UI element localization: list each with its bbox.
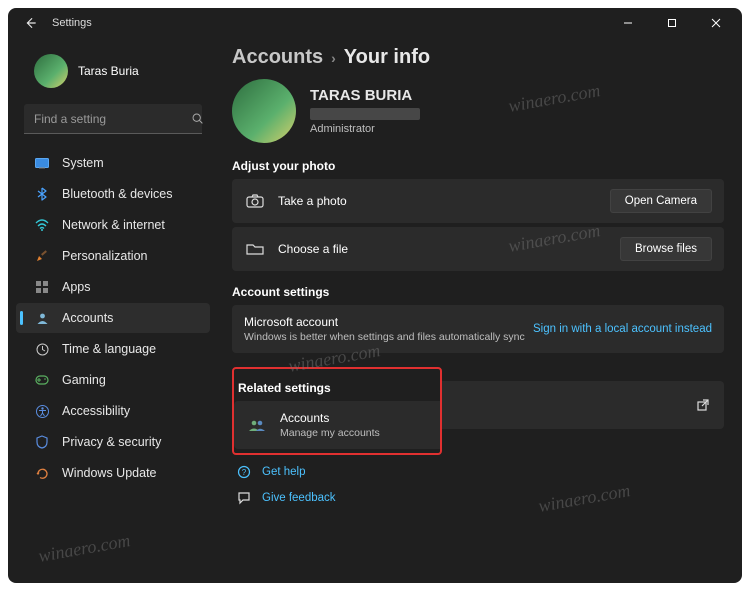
choose-file-card: Choose a file Browse files bbox=[232, 227, 724, 271]
sidebar-item-personalization[interactable]: Personalization bbox=[16, 241, 210, 271]
ms-account-title: Microsoft account bbox=[244, 315, 533, 329]
gaming-icon bbox=[34, 372, 50, 388]
local-account-link[interactable]: Sign in with a local account instead bbox=[533, 323, 712, 335]
sidebar-item-network[interactable]: Network & internet bbox=[16, 210, 210, 240]
profile-block: TARAS BURIA Administrator bbox=[232, 79, 724, 143]
nav-list: System Bluetooth & devices Network & int… bbox=[16, 148, 210, 488]
sidebar-item-windows-update[interactable]: Windows Update bbox=[16, 458, 210, 488]
svg-text:?: ? bbox=[242, 468, 247, 477]
chevron-right-icon: › bbox=[331, 50, 336, 66]
browse-files-button[interactable]: Browse files bbox=[620, 237, 712, 261]
open-camera-button[interactable]: Open Camera bbox=[610, 189, 712, 213]
take-photo-card: Take a photo Open Camera bbox=[232, 179, 724, 223]
related-accounts-title: Accounts bbox=[280, 411, 428, 425]
breadcrumb-root[interactable]: Accounts bbox=[232, 46, 323, 69]
update-icon bbox=[34, 465, 50, 481]
profile-avatar bbox=[232, 79, 296, 143]
camera-icon bbox=[244, 194, 266, 208]
privacy-icon bbox=[34, 434, 50, 450]
sidebar-item-label: Gaming bbox=[62, 373, 106, 387]
sidebar-item-label: Network & internet bbox=[62, 218, 165, 232]
sidebar-item-label: Accessibility bbox=[62, 404, 130, 418]
related-settings-region: Related settings Accounts Manage my acco… bbox=[232, 357, 724, 455]
sidebar-item-label: Bluetooth & devices bbox=[62, 187, 173, 201]
sidebar-item-gaming[interactable]: Gaming bbox=[16, 365, 210, 395]
bluetooth-icon bbox=[34, 186, 50, 202]
sidebar-item-label: Personalization bbox=[62, 249, 147, 263]
related-accounts-card[interactable]: Accounts Manage my accounts bbox=[234, 401, 440, 449]
apps-icon bbox=[34, 279, 50, 295]
sidebar-item-bluetooth[interactable]: Bluetooth & devices bbox=[16, 179, 210, 209]
sidebar-item-label: Apps bbox=[62, 280, 91, 294]
minimize-button[interactable] bbox=[606, 8, 650, 38]
sidebar-item-system[interactable]: System bbox=[16, 148, 210, 178]
search-input[interactable] bbox=[34, 112, 189, 126]
profile-name: TARAS BURIA bbox=[310, 87, 420, 104]
maximize-button[interactable] bbox=[650, 8, 694, 38]
personalization-icon bbox=[34, 248, 50, 264]
user-avatar bbox=[34, 54, 68, 88]
profile-role: Administrator bbox=[310, 123, 420, 135]
main-content: Accounts › Your info TARAS BURIA Adminis… bbox=[218, 38, 742, 583]
feedback-icon bbox=[236, 491, 252, 505]
sidebar-item-label: Time & language bbox=[62, 342, 156, 356]
section-related-title: Related settings bbox=[234, 381, 440, 395]
ms-account-sub: Windows is better when settings and file… bbox=[244, 331, 533, 343]
breadcrumb: Accounts › Your info bbox=[232, 46, 724, 69]
section-adjust-photo-title: Adjust your photo bbox=[232, 159, 724, 173]
system-icon bbox=[34, 155, 50, 171]
sidebar-item-label: Accounts bbox=[62, 311, 113, 325]
folder-icon bbox=[244, 242, 266, 256]
related-accounts-open[interactable] bbox=[442, 381, 724, 429]
close-button[interactable] bbox=[694, 8, 738, 38]
accessibility-icon bbox=[34, 403, 50, 419]
time-icon bbox=[34, 341, 50, 357]
sidebar-item-label: Windows Update bbox=[62, 466, 157, 480]
take-photo-label: Take a photo bbox=[278, 194, 610, 208]
network-icon bbox=[34, 217, 50, 233]
section-account-settings-title: Account settings bbox=[232, 285, 724, 299]
related-settings-highlight: Related settings Accounts Manage my acco… bbox=[232, 367, 442, 455]
help-icon: ? bbox=[236, 465, 252, 479]
choose-file-label: Choose a file bbox=[278, 242, 620, 256]
profile-email-redacted bbox=[310, 108, 420, 120]
sidebar: Taras Buria System Bluetooth & devices bbox=[8, 38, 218, 583]
search-box[interactable] bbox=[24, 104, 202, 134]
get-help-link: Get help bbox=[262, 466, 305, 478]
microsoft-account-card: Microsoft account Windows is better when… bbox=[232, 305, 724, 353]
related-accounts-sub: Manage my accounts bbox=[280, 427, 428, 439]
search-icon bbox=[189, 111, 205, 127]
accounts-icon bbox=[34, 310, 50, 326]
back-button[interactable] bbox=[18, 11, 42, 35]
open-external-icon bbox=[696, 398, 710, 412]
people-icon bbox=[246, 418, 268, 432]
sidebar-item-accessibility[interactable]: Accessibility bbox=[16, 396, 210, 426]
sidebar-item-label: Privacy & security bbox=[62, 435, 161, 449]
sidebar-item-time-language[interactable]: Time & language bbox=[16, 334, 210, 364]
settings-window: Settings Taras Buria System bbox=[8, 8, 742, 583]
window-title: Settings bbox=[52, 17, 92, 29]
give-feedback-link: Give feedback bbox=[262, 492, 336, 504]
get-help-row[interactable]: ? Get help bbox=[232, 459, 724, 485]
sidebar-item-apps[interactable]: Apps bbox=[16, 272, 210, 302]
user-profile-row[interactable]: Taras Buria bbox=[16, 46, 210, 100]
breadcrumb-page: Your info bbox=[344, 46, 430, 69]
give-feedback-row[interactable]: Give feedback bbox=[232, 485, 724, 511]
sidebar-item-label: System bbox=[62, 156, 104, 170]
sidebar-item-privacy[interactable]: Privacy & security bbox=[16, 427, 210, 457]
user-name: Taras Buria bbox=[78, 64, 139, 78]
sidebar-item-accounts[interactable]: Accounts bbox=[16, 303, 210, 333]
titlebar: Settings bbox=[8, 8, 742, 38]
